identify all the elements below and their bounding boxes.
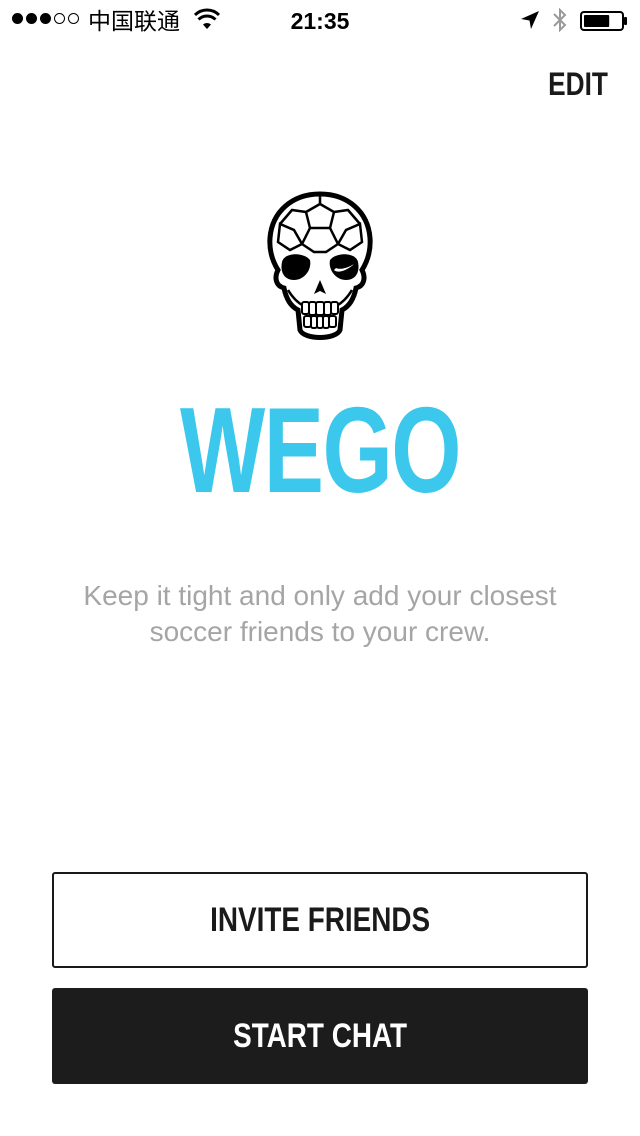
location-icon bbox=[521, 11, 539, 29]
invite-friends-button[interactable]: INVITE FRIENDS bbox=[52, 872, 588, 968]
start-chat-button[interactable]: START CHAT bbox=[52, 988, 588, 1084]
soccer-skull-logo bbox=[267, 191, 373, 340]
start-chat-label: START CHAT bbox=[233, 1016, 407, 1055]
invite-friends-label: INVITE FRIENDS bbox=[210, 900, 430, 939]
status-bar: 中国联通 21:35 bbox=[0, 0, 640, 40]
app-title: WEGO bbox=[180, 382, 461, 518]
edit-button[interactable]: EDIT bbox=[548, 62, 608, 106]
bluetooth-icon bbox=[553, 7, 567, 33]
status-time: 21:35 bbox=[290, 8, 350, 34]
tagline-text: Keep it tight and only add your closest … bbox=[83, 580, 557, 647]
battery-icon bbox=[580, 11, 627, 31]
